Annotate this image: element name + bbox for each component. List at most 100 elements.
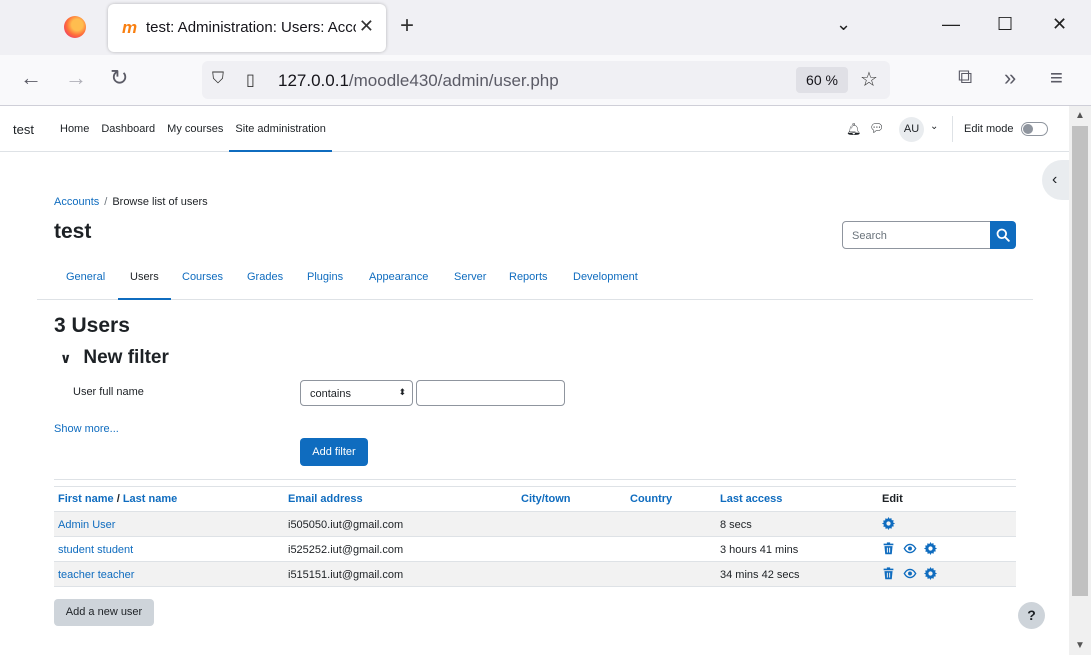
maximize-icon[interactable]: ☐ bbox=[997, 14, 1013, 35]
url-bar[interactable]: ⛉ ▯ 127.0.0.1/moodle430/admin/user.php 6… bbox=[202, 61, 890, 99]
trash-icon[interactable] bbox=[882, 542, 895, 555]
table-row: Admin User i505050.iut@gmail.com 8 secs bbox=[54, 512, 1016, 537]
user-email: i515151.iut@gmail.com bbox=[288, 569, 404, 581]
nav-site-administration[interactable]: Site administration bbox=[229, 106, 332, 152]
moodle-favicon-icon: m bbox=[122, 18, 138, 37]
back-arrow-icon[interactable]: ← bbox=[20, 67, 42, 89]
breadcrumb-accounts[interactable]: Accounts bbox=[54, 196, 99, 208]
sort-email[interactable]: Email address bbox=[288, 493, 363, 505]
notifications-bell-icon[interactable]: 🔔︎ bbox=[846, 122, 861, 136]
eye-icon[interactable] bbox=[903, 542, 917, 555]
sort-first-name[interactable]: First name bbox=[58, 493, 114, 505]
browser-nav-bar: ← → ↻ ⛉ ▯ 127.0.0.1/moodle430/admin/user… bbox=[0, 55, 1091, 106]
tab-users[interactable]: Users bbox=[118, 262, 171, 300]
sort-country[interactable]: Country bbox=[630, 493, 672, 505]
browser-tab[interactable]: m test: Administration: Users: Acco ✕ bbox=[108, 4, 386, 52]
search-input[interactable]: Search bbox=[842, 221, 991, 249]
eye-icon[interactable] bbox=[903, 567, 917, 580]
tab-server[interactable]: Server bbox=[442, 262, 498, 300]
gear-icon[interactable] bbox=[924, 567, 937, 580]
reload-icon[interactable]: ↻ bbox=[110, 67, 128, 89]
filter-value-input[interactable] bbox=[416, 380, 565, 406]
gear-icon[interactable] bbox=[882, 517, 895, 530]
search-button[interactable] bbox=[990, 221, 1016, 249]
zoom-level[interactable]: 60 % bbox=[796, 67, 848, 93]
row-actions bbox=[882, 542, 937, 555]
user-last-access: 8 secs bbox=[720, 519, 752, 531]
primary-navigation: Home Dashboard My courses Site administr… bbox=[54, 106, 332, 152]
tab-plugins[interactable]: Plugins bbox=[295, 262, 355, 300]
select-caret-icon: ⬍ bbox=[398, 387, 406, 397]
filter-operator-select[interactable]: contains ⬍ bbox=[300, 380, 413, 406]
tab-title: test: Administration: Users: Acco bbox=[146, 19, 356, 36]
breadcrumb-current: Browse list of users bbox=[112, 196, 208, 208]
user-last-access: 34 mins 42 secs bbox=[720, 569, 800, 581]
tab-development[interactable]: Development bbox=[561, 262, 650, 300]
scroll-thumb[interactable] bbox=[1072, 126, 1088, 596]
user-email: i505050.iut@gmail.com bbox=[288, 519, 404, 531]
add-new-user-button[interactable]: Add a new user bbox=[54, 599, 154, 626]
secondary-navigation: General Users Courses Grades Plugins App… bbox=[37, 262, 1033, 300]
close-window-icon[interactable]: ✕ bbox=[1052, 14, 1067, 35]
nav-dashboard[interactable]: Dashboard bbox=[95, 106, 161, 152]
table-row: student student i525252.iut@gmail.com 3 … bbox=[54, 537, 1016, 562]
tab-reports[interactable]: Reports bbox=[497, 262, 560, 300]
tab-grades[interactable]: Grades bbox=[235, 262, 295, 300]
page-info-icon[interactable]: ▯ bbox=[246, 70, 255, 90]
users-count-heading: 3 Users bbox=[54, 314, 130, 337]
table-row: teacher teacher i515151.iut@gmail.com 34… bbox=[54, 562, 1016, 587]
edit-mode-toggle[interactable] bbox=[1021, 122, 1048, 136]
row-actions bbox=[882, 517, 895, 530]
messages-chat-icon[interactable]: 💬︎ bbox=[869, 121, 884, 135]
close-tab-icon[interactable]: ✕ bbox=[359, 16, 374, 37]
scroll-up-arrow-icon[interactable]: ▲ bbox=[1075, 110, 1085, 121]
tab-courses[interactable]: Courses bbox=[170, 262, 235, 300]
user-name-link[interactable]: teacher teacher bbox=[58, 569, 134, 581]
sort-last-name[interactable]: Last name bbox=[123, 493, 177, 505]
filter-field-label: User full name bbox=[73, 386, 144, 398]
site-brand[interactable]: test bbox=[13, 122, 34, 137]
bookmark-star-icon[interactable]: ☆ bbox=[860, 67, 878, 92]
sort-last-access[interactable]: Last access bbox=[720, 493, 782, 505]
nav-my-courses[interactable]: My courses bbox=[161, 106, 229, 152]
table-header: First name / Last name Email address Cit… bbox=[54, 486, 1016, 512]
forward-arrow-icon[interactable]: → bbox=[65, 67, 87, 89]
new-tab-icon[interactable]: + bbox=[400, 14, 414, 38]
firefox-logo-icon[interactable] bbox=[64, 16, 86, 38]
page-title: test bbox=[54, 220, 92, 243]
tab-appearance[interactable]: Appearance bbox=[357, 262, 440, 300]
filter-section-toggle[interactable]: ∨ New filter bbox=[60, 347, 169, 369]
page-scrollbar[interactable]: ▲ ▼ bbox=[1069, 106, 1091, 655]
user-avatar[interactable]: AU bbox=[899, 117, 924, 142]
menu-hamburger-icon[interactable]: ≡ bbox=[1050, 67, 1063, 89]
show-more-link[interactable]: Show more... bbox=[54, 423, 119, 435]
overflow-chevrons-icon[interactable]: » bbox=[1004, 67, 1016, 89]
tab-list-chevron-icon[interactable]: ⌄ bbox=[836, 14, 851, 35]
trash-icon[interactable] bbox=[882, 567, 895, 580]
breadcrumb: Accounts / Browse list of users bbox=[54, 196, 208, 208]
extensions-icon[interactable]: ⧉ bbox=[958, 67, 972, 87]
url-text[interactable]: 127.0.0.1/moodle430/admin/user.php bbox=[278, 71, 559, 91]
chevron-down-icon[interactable]: ⌄ bbox=[930, 121, 938, 132]
divider bbox=[952, 116, 953, 142]
moodle-page: test Home Dashboard My courses Site admi… bbox=[0, 106, 1069, 655]
edit-mode-label: Edit mode bbox=[964, 123, 1014, 135]
shield-icon[interactable]: ⛉ bbox=[212, 70, 224, 88]
header-edit: Edit bbox=[882, 493, 903, 505]
user-name-link[interactable]: student student bbox=[58, 544, 133, 556]
user-name-link[interactable]: Admin User bbox=[58, 519, 115, 531]
help-button[interactable]: ? bbox=[1018, 602, 1045, 629]
user-last-access: 3 hours 41 mins bbox=[720, 544, 799, 556]
user-email: i525252.iut@gmail.com bbox=[288, 544, 404, 556]
gear-icon[interactable] bbox=[924, 542, 937, 555]
nav-home[interactable]: Home bbox=[54, 106, 95, 152]
tab-general[interactable]: General bbox=[54, 262, 117, 300]
moodle-top-nav: test Home Dashboard My courses Site admi… bbox=[0, 106, 1069, 152]
open-block-drawer-chevron-left-icon[interactable]: ‹ bbox=[1042, 160, 1069, 200]
chevron-down-icon[interactable]: ∨ bbox=[60, 350, 71, 367]
minimize-icon[interactable]: — bbox=[942, 14, 960, 35]
sort-city[interactable]: City/town bbox=[521, 493, 571, 505]
scroll-down-arrow-icon[interactable]: ▼ bbox=[1075, 640, 1085, 651]
add-filter-button[interactable]: Add filter bbox=[300, 438, 368, 466]
header-name: First name / Last name bbox=[58, 493, 178, 505]
